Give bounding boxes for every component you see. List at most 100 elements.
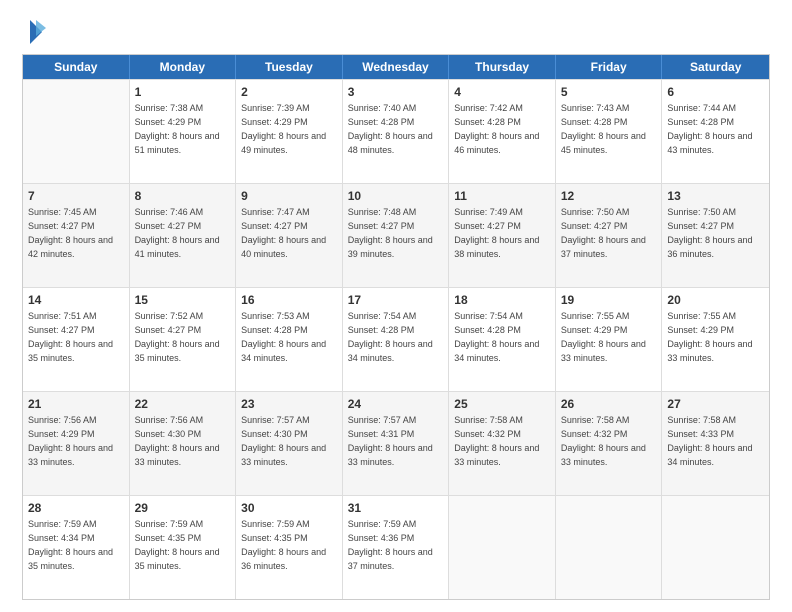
- sunrise-info: Sunrise: 7:38 AMSunset: 4:29 PMDaylight:…: [135, 103, 220, 154]
- day-number: 15: [135, 292, 231, 308]
- sunrise-info: Sunrise: 7:53 AMSunset: 4:28 PMDaylight:…: [241, 311, 326, 362]
- day-number: 4: [454, 84, 550, 100]
- cal-cell-29: 29 Sunrise: 7:59 AMSunset: 4:35 PMDaylig…: [130, 496, 237, 599]
- calendar-row-3: 14 Sunrise: 7:51 AMSunset: 4:27 PMDaylig…: [23, 287, 769, 391]
- cal-cell-11: 11 Sunrise: 7:49 AMSunset: 4:27 PMDaylig…: [449, 184, 556, 287]
- day-number: 8: [135, 188, 231, 204]
- calendar-row-2: 7 Sunrise: 7:45 AMSunset: 4:27 PMDayligh…: [23, 183, 769, 287]
- sunrise-info: Sunrise: 7:45 AMSunset: 4:27 PMDaylight:…: [28, 207, 113, 258]
- cal-cell-6: 6 Sunrise: 7:44 AMSunset: 4:28 PMDayligh…: [662, 80, 769, 183]
- day-number: 29: [135, 500, 231, 516]
- day-number: 16: [241, 292, 337, 308]
- day-number: 2: [241, 84, 337, 100]
- cal-cell-1: 1 Sunrise: 7:38 AMSunset: 4:29 PMDayligh…: [130, 80, 237, 183]
- sunrise-info: Sunrise: 7:56 AMSunset: 4:30 PMDaylight:…: [135, 415, 220, 466]
- day-number: 7: [28, 188, 124, 204]
- cal-cell-empty-4-6: [662, 496, 769, 599]
- sunrise-info: Sunrise: 7:59 AMSunset: 4:34 PMDaylight:…: [28, 519, 113, 570]
- sunrise-info: Sunrise: 7:56 AMSunset: 4:29 PMDaylight:…: [28, 415, 113, 466]
- sunrise-info: Sunrise: 7:55 AMSunset: 4:29 PMDaylight:…: [667, 311, 752, 362]
- calendar-row-4: 21 Sunrise: 7:56 AMSunset: 4:29 PMDaylig…: [23, 391, 769, 495]
- sunrise-info: Sunrise: 7:57 AMSunset: 4:31 PMDaylight:…: [348, 415, 433, 466]
- header-day-tuesday: Tuesday: [236, 55, 343, 79]
- sunrise-info: Sunrise: 7:39 AMSunset: 4:29 PMDaylight:…: [241, 103, 326, 154]
- cal-cell-15: 15 Sunrise: 7:52 AMSunset: 4:27 PMDaylig…: [130, 288, 237, 391]
- sunrise-info: Sunrise: 7:59 AMSunset: 4:36 PMDaylight:…: [348, 519, 433, 570]
- header-day-saturday: Saturday: [662, 55, 769, 79]
- cal-cell-empty-4-4: [449, 496, 556, 599]
- sunrise-info: Sunrise: 7:51 AMSunset: 4:27 PMDaylight:…: [28, 311, 113, 362]
- day-number: 30: [241, 500, 337, 516]
- day-number: 19: [561, 292, 657, 308]
- cal-cell-28: 28 Sunrise: 7:59 AMSunset: 4:34 PMDaylig…: [23, 496, 130, 599]
- day-number: 9: [241, 188, 337, 204]
- sunrise-info: Sunrise: 7:59 AMSunset: 4:35 PMDaylight:…: [135, 519, 220, 570]
- cal-cell-14: 14 Sunrise: 7:51 AMSunset: 4:27 PMDaylig…: [23, 288, 130, 391]
- sunrise-info: Sunrise: 7:43 AMSunset: 4:28 PMDaylight:…: [561, 103, 646, 154]
- day-number: 27: [667, 396, 764, 412]
- cal-cell-24: 24 Sunrise: 7:57 AMSunset: 4:31 PMDaylig…: [343, 392, 450, 495]
- cal-cell-3: 3 Sunrise: 7:40 AMSunset: 4:28 PMDayligh…: [343, 80, 450, 183]
- day-number: 28: [28, 500, 124, 516]
- cal-cell-8: 8 Sunrise: 7:46 AMSunset: 4:27 PMDayligh…: [130, 184, 237, 287]
- cal-cell-25: 25 Sunrise: 7:58 AMSunset: 4:32 PMDaylig…: [449, 392, 556, 495]
- calendar-row-5: 28 Sunrise: 7:59 AMSunset: 4:34 PMDaylig…: [23, 495, 769, 599]
- cal-cell-31: 31 Sunrise: 7:59 AMSunset: 4:36 PMDaylig…: [343, 496, 450, 599]
- day-number: 11: [454, 188, 550, 204]
- day-number: 13: [667, 188, 764, 204]
- day-number: 3: [348, 84, 444, 100]
- header-day-thursday: Thursday: [449, 55, 556, 79]
- day-number: 23: [241, 396, 337, 412]
- sunrise-info: Sunrise: 7:40 AMSunset: 4:28 PMDaylight:…: [348, 103, 433, 154]
- cal-cell-13: 13 Sunrise: 7:50 AMSunset: 4:27 PMDaylig…: [662, 184, 769, 287]
- sunrise-info: Sunrise: 7:58 AMSunset: 4:32 PMDaylight:…: [561, 415, 646, 466]
- sunrise-info: Sunrise: 7:47 AMSunset: 4:27 PMDaylight:…: [241, 207, 326, 258]
- header-day-sunday: Sunday: [23, 55, 130, 79]
- calendar-row-1: 1 Sunrise: 7:38 AMSunset: 4:29 PMDayligh…: [23, 79, 769, 183]
- day-number: 20: [667, 292, 764, 308]
- day-number: 6: [667, 84, 764, 100]
- sunrise-info: Sunrise: 7:52 AMSunset: 4:27 PMDaylight:…: [135, 311, 220, 362]
- day-number: 31: [348, 500, 444, 516]
- sunrise-info: Sunrise: 7:46 AMSunset: 4:27 PMDaylight:…: [135, 207, 220, 258]
- sunrise-info: Sunrise: 7:57 AMSunset: 4:30 PMDaylight:…: [241, 415, 326, 466]
- day-number: 5: [561, 84, 657, 100]
- logo-icon: [26, 18, 46, 46]
- cal-cell-2: 2 Sunrise: 7:39 AMSunset: 4:29 PMDayligh…: [236, 80, 343, 183]
- cal-cell-16: 16 Sunrise: 7:53 AMSunset: 4:28 PMDaylig…: [236, 288, 343, 391]
- day-number: 12: [561, 188, 657, 204]
- cal-cell-7: 7 Sunrise: 7:45 AMSunset: 4:27 PMDayligh…: [23, 184, 130, 287]
- calendar-body: 1 Sunrise: 7:38 AMSunset: 4:29 PMDayligh…: [23, 79, 769, 599]
- day-number: 18: [454, 292, 550, 308]
- sunrise-info: Sunrise: 7:44 AMSunset: 4:28 PMDaylight:…: [667, 103, 752, 154]
- cal-cell-empty-4-5: [556, 496, 663, 599]
- sunrise-info: Sunrise: 7:49 AMSunset: 4:27 PMDaylight:…: [454, 207, 539, 258]
- day-number: 10: [348, 188, 444, 204]
- cal-cell-empty-0-0: [23, 80, 130, 183]
- sunrise-info: Sunrise: 7:50 AMSunset: 4:27 PMDaylight:…: [561, 207, 646, 258]
- cal-cell-20: 20 Sunrise: 7:55 AMSunset: 4:29 PMDaylig…: [662, 288, 769, 391]
- logo: [22, 18, 46, 46]
- cal-cell-17: 17 Sunrise: 7:54 AMSunset: 4:28 PMDaylig…: [343, 288, 450, 391]
- header-day-friday: Friday: [556, 55, 663, 79]
- sunrise-info: Sunrise: 7:48 AMSunset: 4:27 PMDaylight:…: [348, 207, 433, 258]
- cal-cell-10: 10 Sunrise: 7:48 AMSunset: 4:27 PMDaylig…: [343, 184, 450, 287]
- sunrise-info: Sunrise: 7:54 AMSunset: 4:28 PMDaylight:…: [348, 311, 433, 362]
- page: SundayMondayTuesdayWednesdayThursdayFrid…: [0, 0, 792, 612]
- calendar: SundayMondayTuesdayWednesdayThursdayFrid…: [22, 54, 770, 600]
- sunrise-info: Sunrise: 7:54 AMSunset: 4:28 PMDaylight:…: [454, 311, 539, 362]
- sunrise-info: Sunrise: 7:58 AMSunset: 4:32 PMDaylight:…: [454, 415, 539, 466]
- cal-cell-21: 21 Sunrise: 7:56 AMSunset: 4:29 PMDaylig…: [23, 392, 130, 495]
- cal-cell-4: 4 Sunrise: 7:42 AMSunset: 4:28 PMDayligh…: [449, 80, 556, 183]
- day-number: 21: [28, 396, 124, 412]
- cal-cell-12: 12 Sunrise: 7:50 AMSunset: 4:27 PMDaylig…: [556, 184, 663, 287]
- day-number: 24: [348, 396, 444, 412]
- sunrise-info: Sunrise: 7:59 AMSunset: 4:35 PMDaylight:…: [241, 519, 326, 570]
- cal-cell-18: 18 Sunrise: 7:54 AMSunset: 4:28 PMDaylig…: [449, 288, 556, 391]
- cal-cell-30: 30 Sunrise: 7:59 AMSunset: 4:35 PMDaylig…: [236, 496, 343, 599]
- day-number: 17: [348, 292, 444, 308]
- day-number: 26: [561, 396, 657, 412]
- cal-cell-9: 9 Sunrise: 7:47 AMSunset: 4:27 PMDayligh…: [236, 184, 343, 287]
- day-number: 22: [135, 396, 231, 412]
- day-number: 14: [28, 292, 124, 308]
